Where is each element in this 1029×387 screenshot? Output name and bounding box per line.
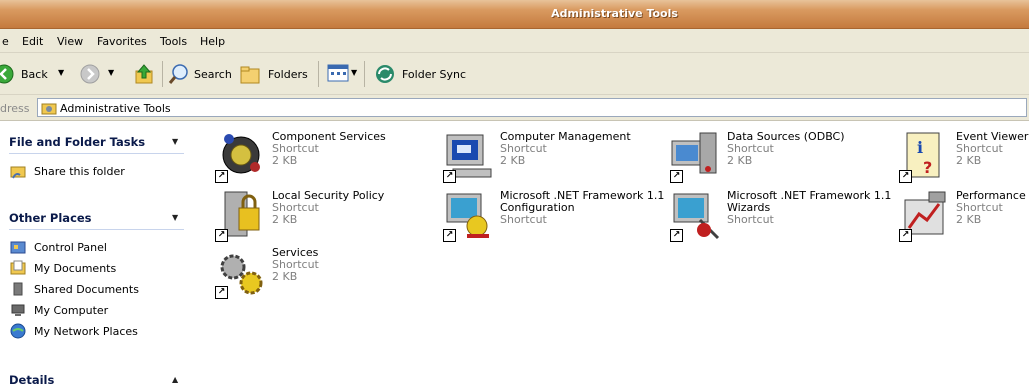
search-button[interactable]: Search [168, 63, 232, 88]
folder-sync-button[interactable]: Folder Sync [374, 63, 466, 88]
menu-edit[interactable]: Edit [22, 35, 43, 48]
expand-chevron-icon[interactable]: ▲ [172, 375, 178, 384]
address-field[interactable]: Administrative Tools [37, 98, 1027, 117]
forward-arrow-icon [80, 64, 100, 84]
title-bar: Administrative Tools [0, 0, 1029, 29]
address-value: Administrative Tools [60, 102, 171, 115]
shortcut-arrow-icon: ↗ [670, 170, 683, 183]
up-folder-button[interactable] [134, 63, 154, 88]
folders-icon [240, 66, 260, 84]
shortcut-arrow-icon: ↗ [443, 170, 456, 183]
task-pane: File and Folder Tasks ▼ Share this folde… [0, 121, 200, 387]
up-folder-icon [135, 64, 153, 84]
item-net-framework-configuration[interactable]: ↗ Microsoft .NET Framework 1.1 Configura… [443, 190, 664, 242]
menu-tools[interactable]: Tools [160, 35, 187, 48]
toolbar: Back ▼ ▼ Search Folders ▼ Folder Sync [0, 53, 1029, 95]
details-title[interactable]: Details [9, 373, 54, 387]
forward-dropdown-icon[interactable]: ▼ [108, 68, 114, 77]
item-services[interactable]: ↗ Services Shortcut 2 KB [215, 247, 435, 299]
back-dropdown-icon[interactable]: ▼ [58, 68, 64, 77]
item-performance[interactable]: ↗ Performance Shortcut 2 KB [899, 190, 1029, 242]
svg-text:?: ? [923, 158, 932, 177]
item-data-sources[interactable]: ↗ Data Sources (ODBC) Shortcut 2 KB [670, 131, 890, 183]
item-computer-management[interactable]: ↗ Computer Management Shortcut 2 KB [443, 131, 663, 183]
menu-bar: e Edit View Favorites Tools Help [0, 29, 1029, 53]
collapse-chevron-icon[interactable]: ▼ [172, 213, 178, 222]
item-component-services[interactable]: ↗ Component Services Shortcut 2 KB [215, 131, 435, 183]
menu-view[interactable]: View [57, 35, 83, 48]
admin-tools-folder-icon [41, 103, 57, 115]
my-computer-icon [11, 304, 25, 316]
item-local-security-policy[interactable]: ↗ Local Security Policy Shortcut 2 KB [215, 190, 435, 242]
item-net-framework-wizards[interactable]: ↗ Microsoft .NET Framework 1.1 Wizards S… [670, 190, 891, 242]
shortcut-arrow-icon: ↗ [215, 286, 228, 299]
shortcut-arrow-icon: ↗ [899, 170, 912, 183]
collapse-chevron-icon[interactable]: ▼ [172, 137, 178, 146]
views-dropdown-icon[interactable]: ▼ [351, 68, 357, 77]
menu-favorites[interactable]: Favorites [97, 35, 147, 48]
my-documents-icon [10, 260, 26, 275]
network-places-icon [10, 323, 26, 339]
share-folder-icon [10, 166, 26, 179]
file-folder-tasks-title[interactable]: File and Folder Tasks [9, 135, 145, 149]
shortcut-arrow-icon: ↗ [670, 229, 683, 242]
menu-file[interactable]: e [2, 35, 9, 48]
shortcut-arrow-icon: ↗ [215, 170, 228, 183]
views-button[interactable]: ▼ [327, 63, 357, 86]
shortcut-arrow-icon: ↗ [443, 229, 456, 242]
folders-button[interactable]: Folders [240, 63, 308, 88]
control-panel-icon [10, 241, 26, 254]
other-places-title[interactable]: Other Places [9, 211, 92, 225]
forward-button[interactable]: ▼ [80, 64, 114, 87]
search-icon [168, 64, 188, 84]
shortcut-arrow-icon: ↗ [899, 229, 912, 242]
views-icon [327, 64, 349, 82]
address-bar: dress Administrative Tools [0, 95, 1029, 121]
svg-text:i: i [917, 138, 923, 157]
item-event-viewer[interactable]: i? ↗ Event Viewer Shortcut 2 KB [899, 131, 1029, 183]
folder-sync-icon [376, 65, 394, 83]
shared-documents-icon [13, 282, 23, 296]
address-label: dress [0, 102, 30, 115]
back-arrow-icon [0, 64, 14, 84]
shortcut-arrow-icon: ↗ [215, 229, 228, 242]
menu-help[interactable]: Help [200, 35, 225, 48]
window-title: Administrative Tools [551, 7, 678, 20]
